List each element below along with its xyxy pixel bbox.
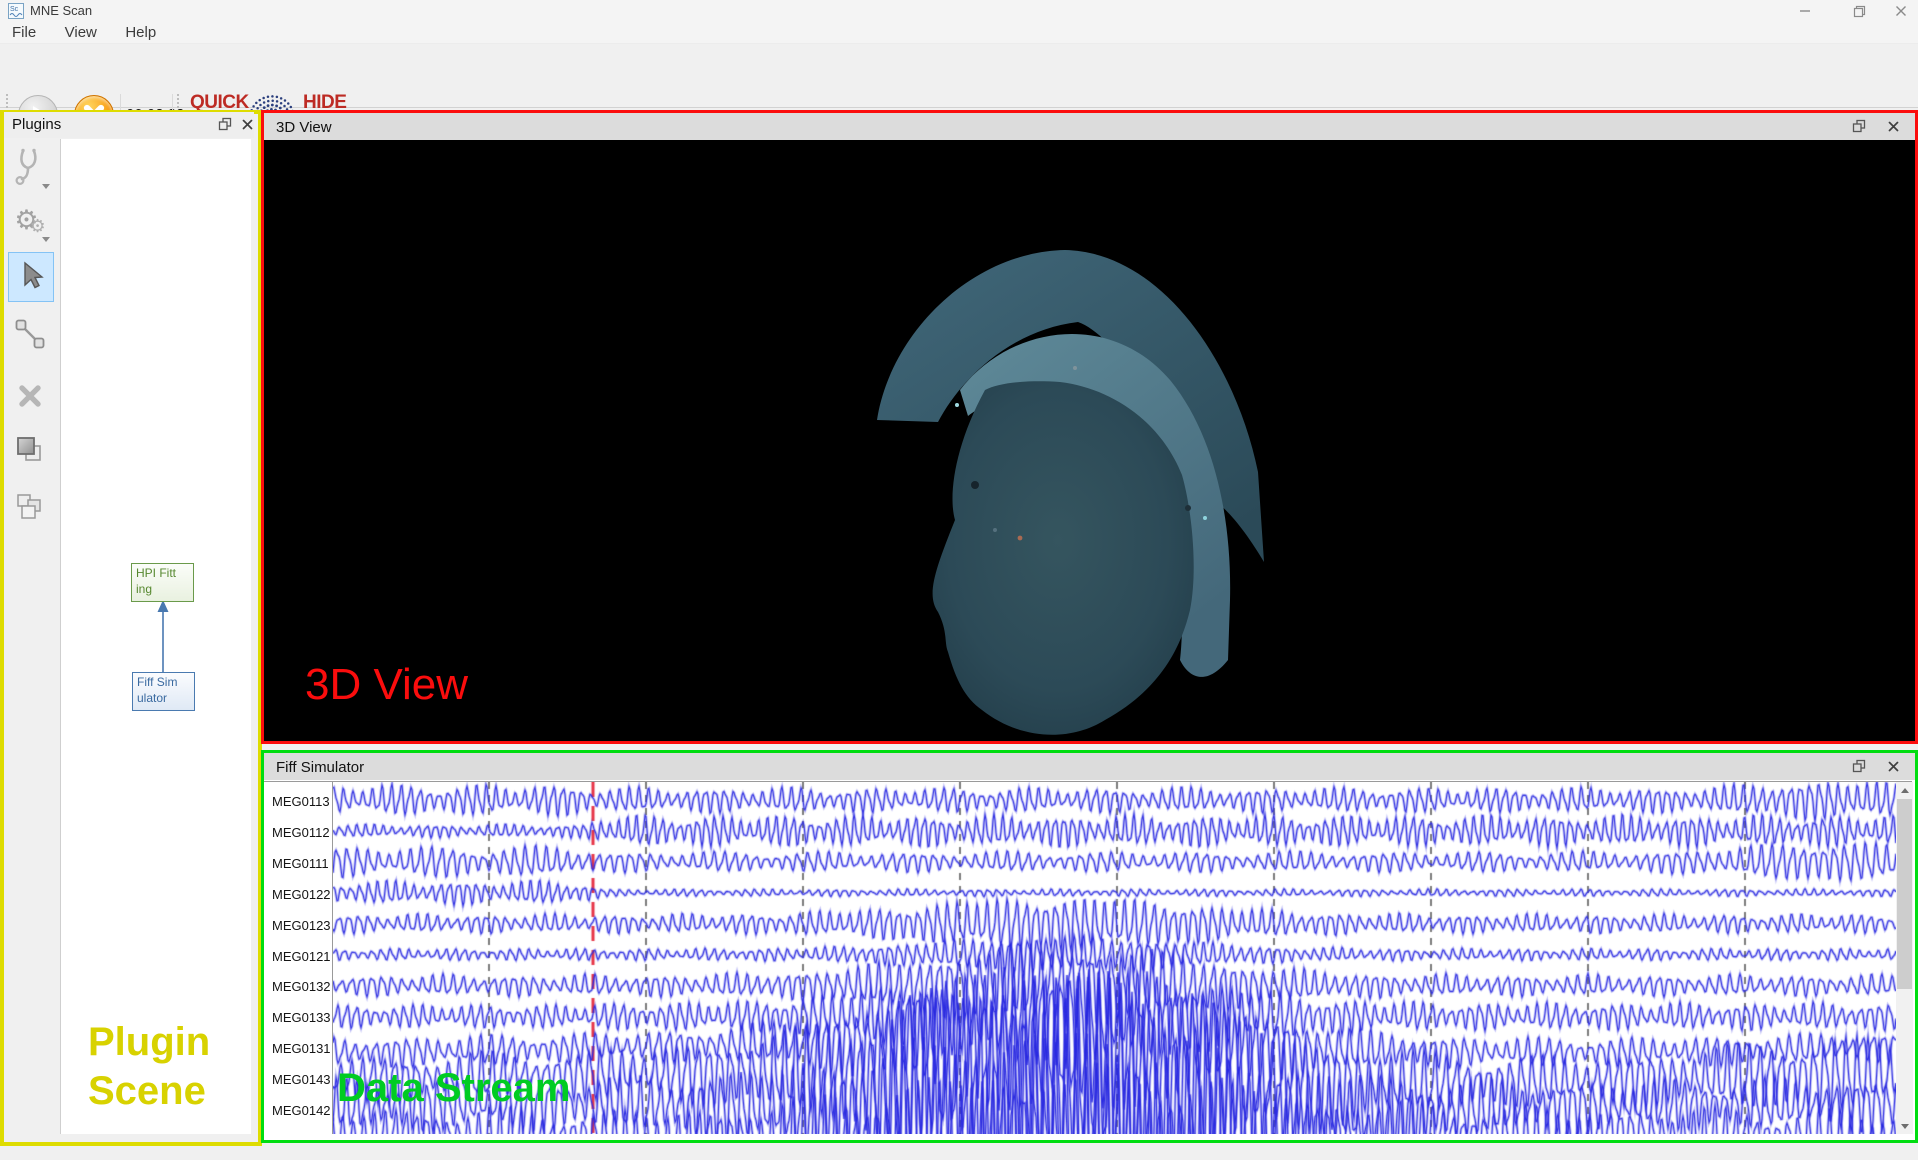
layered-squares-icon: [13, 435, 47, 469]
link-nodes-icon: [13, 317, 47, 351]
window-minimize-button[interactable]: [1788, 0, 1822, 22]
fiff-panel-titlebar: [264, 753, 1915, 780]
hpi-point: [1203, 516, 1207, 520]
channel-label: MEG0132: [272, 979, 331, 994]
view3d-panel-title: 3D View: [276, 119, 332, 136]
maximize-icon: [1853, 5, 1866, 18]
window-title: MNE Scan: [30, 3, 92, 18]
cascade-squares-icon: [13, 491, 47, 525]
view3d-float-button[interactable]: [1850, 117, 1868, 135]
close-icon: [241, 118, 254, 131]
plugin-node-fiff-simulator[interactable]: Fiff Sim ulator: [132, 672, 195, 711]
arrange-button[interactable]: [8, 484, 52, 532]
minimize-icon: [1799, 5, 1811, 17]
head-model-3d: [860, 240, 1280, 735]
delete-x-icon: [15, 381, 45, 411]
float-icon: [1852, 119, 1866, 133]
fiducial-point: [1185, 505, 1191, 511]
close-icon: [1887, 760, 1900, 773]
data-stream-scrollbar[interactable]: [1896, 782, 1913, 1134]
fiducial-point: [971, 481, 979, 489]
hpi-point: [1073, 366, 1077, 370]
fiff-close-button[interactable]: [1884, 757, 1902, 775]
stethoscope-icon: [13, 147, 47, 187]
data-stream-annotation-label: Data Stream: [337, 1066, 570, 1111]
channel-label: MEG0111: [272, 856, 329, 871]
menu-bar: File View Help: [0, 22, 1918, 44]
window-close-button[interactable]: [1884, 0, 1918, 22]
scrollbar-thumb[interactable]: [1897, 799, 1912, 989]
bring-forward-button[interactable]: [8, 428, 52, 476]
close-icon: [1887, 120, 1900, 133]
channel-label: MEG0113: [272, 794, 330, 809]
gear-small-icon: ⚙: [30, 218, 46, 236]
app-icon: Sc: [8, 3, 24, 19]
window-maximize-button[interactable]: [1842, 0, 1876, 22]
channel-label: MEG0122: [272, 887, 331, 902]
fiducial-point: [1018, 536, 1023, 541]
cursor-icon: [16, 260, 46, 294]
plugin-node-hpi-fitting[interactable]: HPI Fitt ing: [131, 563, 194, 602]
face-surface: [933, 381, 1194, 734]
sensor-plugins-button[interactable]: [8, 143, 52, 191]
fiff-float-button[interactable]: [1850, 757, 1868, 775]
menu-view[interactable]: View: [53, 22, 109, 43]
dropdown-arrow-icon: [42, 237, 50, 242]
channel-label-column: MEG0113 MEG0112 MEG0111 MEG0122 MEG0123 MEG01…: [265, 782, 333, 1134]
float-icon: [218, 117, 232, 131]
arrow-down-icon: [1901, 1124, 1909, 1129]
plugin-connection-arrow: [150, 598, 176, 674]
delete-tool-button[interactable]: [8, 372, 52, 420]
hpi-point: [955, 403, 959, 407]
scroll-down-button[interactable]: [1896, 1118, 1913, 1134]
view3d-viewport[interactable]: [264, 140, 1915, 735]
channel-label: MEG0112: [272, 825, 330, 840]
plugins-float-button[interactable]: [216, 115, 234, 133]
dropdown-arrow-icon: [42, 184, 50, 189]
window-titlebar: Sc MNE Scan: [0, 0, 1918, 22]
channel-label: MEG0121: [272, 949, 331, 964]
plugin-scene-annotation-label: Plugin Scene: [88, 1018, 238, 1116]
menu-help[interactable]: Help: [113, 22, 168, 43]
select-tool-button[interactable]: [8, 252, 54, 302]
algorithm-plugins-button[interactable]: ⚙ ⚙: [8, 196, 52, 244]
channel-label: MEG0131: [272, 1041, 331, 1056]
close-icon: [1895, 5, 1907, 17]
svg-text:Sc: Sc: [10, 6, 19, 13]
fiff-panel-title: Fiff Simulator: [276, 759, 364, 776]
view3d-close-button[interactable]: [1884, 117, 1902, 135]
arrow-up-icon: [1901, 788, 1909, 793]
menu-file[interactable]: File: [0, 22, 48, 43]
channel-label: MEG0142: [272, 1103, 331, 1118]
plugins-close-button[interactable]: [238, 115, 256, 133]
view3d-annotation-label: 3D View: [305, 660, 468, 710]
main-toolbar: 00:02:22 QUICK CTRL HIDE BAD: [0, 44, 1918, 108]
float-icon: [1852, 759, 1866, 773]
fiducial-point: [993, 528, 997, 532]
channel-label: MEG0143: [272, 1072, 331, 1087]
view3d-panel-titlebar: [264, 113, 1915, 140]
channel-label: MEG0123: [272, 918, 331, 933]
channel-label: MEG0133: [272, 1010, 331, 1025]
plugins-panel-title: Plugins: [12, 116, 61, 133]
scroll-up-button[interactable]: [1896, 782, 1913, 798]
connect-tool-button[interactable]: [8, 310, 52, 358]
